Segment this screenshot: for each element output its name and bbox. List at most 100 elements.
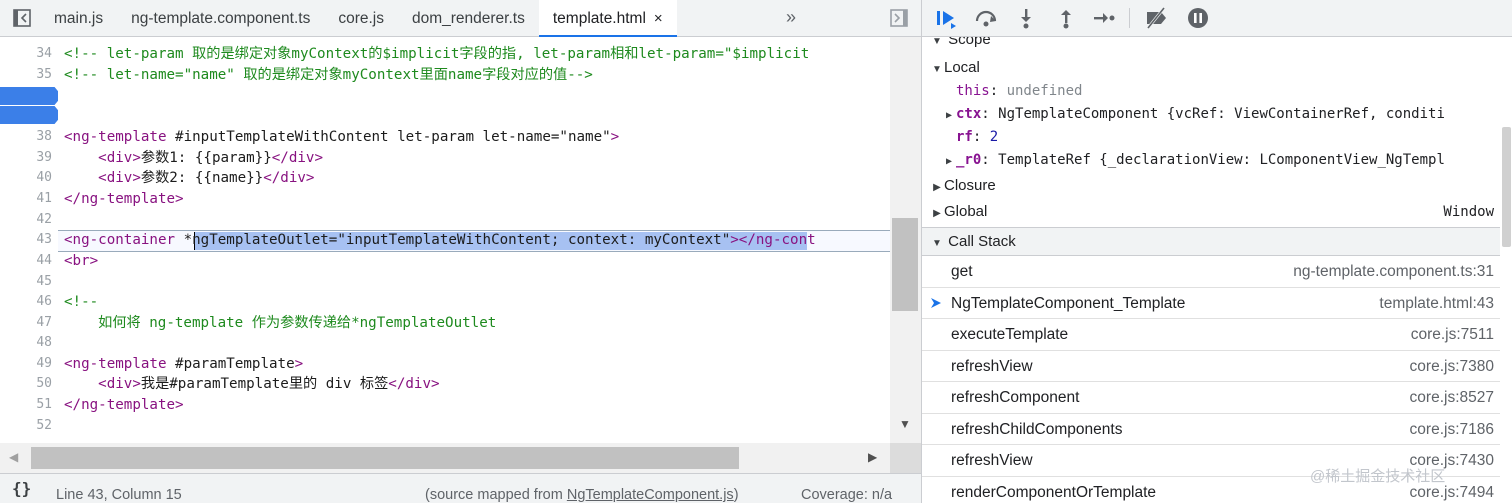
code-token: > <box>610 129 620 145</box>
call-frame-location[interactable]: core.js:7380 <box>1410 358 1494 376</box>
code-token: </ng-template> <box>64 191 184 207</box>
code-token: <!-- let-param 取的是绑定对象myContext的$implici… <box>64 46 810 62</box>
sidebar-scroll-thumb[interactable] <box>1502 127 1511 247</box>
call-frame-location[interactable]: core.js:8527 <box>1410 389 1494 407</box>
line-number-gutter[interactable]: 34 35 38 39 40 41 42 43 44 45 46 47 48 49 50 51 52 <box>0 37 62 443</box>
code-token: #inputTemplateWithContent let-param let-… <box>175 129 560 145</box>
editor-tab[interactable]: dom_renderer.ts <box>398 0 539 37</box>
call-frame-location[interactable]: ng-template.component.ts:31 <box>1293 263 1494 281</box>
vertical-scroll-thumb[interactable] <box>892 218 918 311</box>
scroll-left-arrow-icon[interactable]: ◀ <box>9 450 18 464</box>
debugger-toolbar <box>922 0 1512 37</box>
source-map-info: (source mapped from NgTemplateComponent.… <box>425 487 739 503</box>
code-token: <!-- let-name="name" 取的是绑定对象myContext里面n… <box>64 67 593 83</box>
expand-triangle-icon: ▶ <box>933 208 941 219</box>
scroll-right-arrow-icon[interactable]: ▶ <box>868 450 877 464</box>
line-number[interactable]: 44 <box>36 253 52 268</box>
source-map-link[interactable]: NgTemplateComponent.js <box>567 487 734 503</box>
call-frame-location[interactable]: core.js:7494 <box>1410 484 1494 502</box>
line-number[interactable]: 34 <box>36 46 52 61</box>
local-scope-header[interactable]: ▼ Local <box>930 56 980 80</box>
line-number[interactable]: 47 <box>36 315 52 330</box>
scope-header[interactable]: ▼ Scope <box>930 37 991 52</box>
step-out-icon[interactable] <box>1054 7 1078 29</box>
call-frame[interactable]: executeTemplate core.js:7511 <box>922 319 1500 351</box>
line-number[interactable]: 50 <box>36 376 52 391</box>
expand-triangle-icon: ▼ <box>932 37 942 47</box>
more-tabs-button[interactable]: » <box>786 0 796 37</box>
line-number[interactable]: 40 <box>36 170 52 185</box>
current-frame-arrow-icon <box>931 297 941 308</box>
call-frame-function: refreshView <box>951 452 1033 469</box>
pause-on-exceptions-icon[interactable] <box>1186 7 1210 29</box>
var-name: rf <box>956 129 973 145</box>
deactivate-breakpoints-icon[interactable] <box>1144 7 1168 29</box>
scroll-down-arrow-icon[interactable]: ▼ <box>899 417 911 431</box>
step-over-icon[interactable] <box>974 7 998 29</box>
code-token: 如何将 ng-template 作为参数传递给*ngTemplateOutlet <box>64 315 497 331</box>
call-frame-function: renderComponentOrTemplate <box>951 483 1157 501</box>
code-token: "name" <box>559 129 611 145</box>
call-frame[interactable]: NgTemplateComponent_Template template.htm… <box>922 288 1500 319</box>
sidebar-scrollbar[interactable] <box>1500 37 1512 503</box>
code-token: > <box>294 356 304 372</box>
line-number[interactable]: 41 <box>36 191 52 206</box>
line-number[interactable]: 43 <box>36 232 52 247</box>
call-stack-header[interactable]: ▼ Call Stack <box>922 227 1500 256</box>
line-number[interactable]: 45 <box>36 274 52 289</box>
code-token: <div> <box>64 170 141 186</box>
navigator-toggle-icon[interactable] <box>12 8 32 28</box>
line-number[interactable]: 42 <box>36 212 52 227</box>
code-line: <br> <box>64 251 98 271</box>
code-line: 如何将 ng-template 作为参数传递给*ngTemplateOutlet <box>64 313 496 333</box>
breakpoint-marker[interactable] <box>0 87 62 105</box>
call-frame[interactable]: refreshChildComponents core.js:7186 <box>922 414 1500 445</box>
line-number[interactable]: 52 <box>36 418 52 433</box>
closure-scope-header[interactable]: ▶ Closure <box>930 174 996 198</box>
horizontal-scrollbar[interactable]: ◀ ▶ <box>0 443 890 473</box>
global-scope-header[interactable]: ▶ Global Window <box>930 200 1500 224</box>
code-line: <!-- let-name="name" 取的是绑定对象myContext里面n… <box>64 65 593 85</box>
call-frame-function: refreshComponent <box>951 389 1080 406</box>
code-token: </div> <box>263 170 315 186</box>
scope-var-this[interactable]: this: undefined <box>956 80 1082 103</box>
line-number[interactable]: 46 <box>36 294 52 309</box>
line-number[interactable]: 39 <box>36 150 52 165</box>
editor-tab[interactable]: template.html × <box>538 0 677 37</box>
expand-triangle-icon: ▶ <box>945 156 953 167</box>
code-line: <!-- let-param 取的是绑定对象myContext的$implici… <box>64 44 809 64</box>
step-into-icon[interactable] <box>1014 7 1038 29</box>
vertical-scrollbar[interactable]: ▼ <box>890 37 921 443</box>
editor-tabs: main.js ng-template.component.ts core.js do… <box>40 0 677 37</box>
line-number[interactable]: 49 <box>36 356 52 371</box>
expand-triangle-icon: ▶ <box>933 182 941 193</box>
horizontal-scroll-thumb[interactable] <box>31 447 739 469</box>
resume-icon[interactable] <box>934 7 958 29</box>
call-frame-location[interactable]: core.js:7186 <box>1410 421 1494 439</box>
scope-var-ctx[interactable]: ▶ ctx: NgTemplateComponent {vcRef: ViewCo… <box>942 103 1445 126</box>
code-token: </div> <box>271 150 323 166</box>
editor-tab[interactable]: ng-template.component.ts <box>117 0 324 37</box>
var-name: _r0 <box>956 152 982 168</box>
call-frame[interactable]: get ng-template.component.ts:31 <box>922 256 1500 288</box>
call-frame[interactable]: refreshComponent core.js:8527 <box>922 382 1500 414</box>
line-number[interactable]: 51 <box>36 397 52 412</box>
pretty-print-button[interactable]: {} <box>12 479 31 498</box>
line-number[interactable]: 48 <box>36 335 52 350</box>
code-token: </div> <box>388 376 440 392</box>
line-number[interactable]: 35 <box>36 67 52 82</box>
call-frame-location[interactable]: template.html:43 <box>1379 295 1494 313</box>
line-number[interactable]: 38 <box>36 129 52 144</box>
call-frame-location[interactable]: core.js:7511 <box>1411 326 1494 344</box>
debugger-toggle-icon[interactable] <box>889 8 909 28</box>
code-editor[interactable]: <!-- let-param 取的是绑定对象myContext的$implici… <box>58 37 890 443</box>
step-icon[interactable] <box>1092 7 1116 29</box>
breakpoint-marker[interactable] <box>0 106 62 124</box>
call-frame[interactable]: refreshView core.js:7380 <box>922 351 1500 382</box>
code-line: <div>参数1: {{param}}</div> <box>64 148 323 168</box>
close-tab-icon[interactable]: × <box>654 0 663 37</box>
scope-var-rf[interactable]: rf: 2 <box>956 126 998 149</box>
editor-tab[interactable]: core.js <box>324 0 398 37</box>
scope-var-r0[interactable]: ▶ _r0: TemplateRef {_declarationView: LCo… <box>942 149 1445 172</box>
editor-tab[interactable]: main.js <box>40 0 117 37</box>
